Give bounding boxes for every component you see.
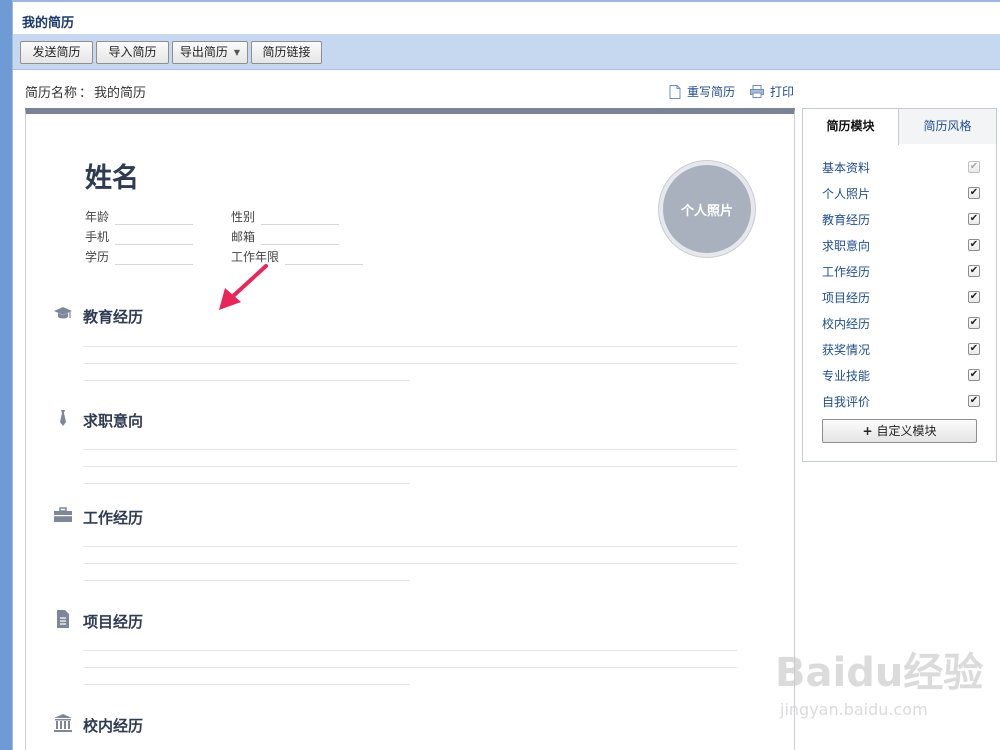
resume-paper: 姓名 年龄 性别 手机 邮箱 学历 工作年限 个人照片 教育经历 求职意向 工作… <box>25 108 795 750</box>
window-title: 我的简历 <box>22 16 75 31</box>
field-gender[interactable]: 性别 <box>231 208 340 225</box>
resume-name-value: 我的简历 <box>94 86 147 101</box>
field-work-years[interactable]: 工作年限 <box>231 248 364 265</box>
watermark: Baidu经验 jingyan.baidu.com <box>775 640 995 730</box>
section-title-work-experience[interactable]: 工作经历 <box>83 507 143 528</box>
module-photo[interactable]: 个人照片 ✔ <box>822 184 980 202</box>
profile-photo[interactable]: 个人照片 <box>659 161 755 257</box>
watermark-url: jingyan.baidu.com <box>780 700 928 719</box>
checkbox[interactable]: ✔ <box>968 213 980 225</box>
module-panel: 简历模块 简历风格 基本资料 ✔ 个人照片 ✔ 教育经历 ✔ 求职意向 ✔ 工作经历 ✔ … <box>802 108 997 462</box>
section-title-education[interactable]: 教育经历 <box>83 306 143 327</box>
import-resume-button[interactable]: 导入简历 <box>96 41 169 64</box>
checkbox[interactable]: ✔ <box>968 395 980 407</box>
module-education[interactable]: 教育经历 ✔ <box>822 210 980 228</box>
checkbox[interactable]: ✔ <box>968 187 980 199</box>
checkbox[interactable]: ✔ <box>968 291 980 303</box>
section-title-project-experience[interactable]: 项目经历 <box>83 611 143 632</box>
panel-tabs: 简历模块 简历风格 <box>803 109 996 145</box>
section-title-campus-experience[interactable]: 校内经历 <box>83 715 143 736</box>
left-window-strip <box>0 0 12 750</box>
printer-icon <box>750 85 764 98</box>
red-arrow-annotation <box>219 264 268 310</box>
module-project-experience[interactable]: 项目经历 ✔ <box>822 288 980 306</box>
module-job-intention[interactable]: 求职意向 ✔ <box>822 236 980 254</box>
title-bar: 我的简历 <box>13 0 1000 34</box>
field-age[interactable]: 年龄 <box>85 208 194 225</box>
checkbox[interactable]: ✔ <box>968 161 980 173</box>
resume-name-label: 简历名称 <box>25 86 78 101</box>
module-work-experience[interactable]: 工作经历 ✔ <box>822 262 980 280</box>
graduation-cap-icon <box>54 307 72 319</box>
send-resume-button[interactable]: 发送简历 <box>20 41 93 64</box>
resume-name-row: 简历名称：我的简历 <box>25 82 146 101</box>
print-link[interactable]: 打印 <box>750 83 794 100</box>
module-self-evaluation[interactable]: 自我评价 ✔ <box>822 392 980 410</box>
rewrite-resume-link[interactable]: 重写简历 <box>669 83 735 100</box>
resume-name-separator: ： <box>79 86 93 101</box>
checkbox[interactable]: ✔ <box>968 265 980 277</box>
profile-name[interactable]: 姓名 <box>85 156 139 195</box>
toolbar: 发送简历 导入简历 导出简历 ▼ 简历链接 <box>13 34 1000 70</box>
watermark-brand: Baidu经验 <box>775 650 984 696</box>
plus-icon: + <box>862 424 873 438</box>
checkbox[interactable]: ✔ <box>968 239 980 251</box>
section-title-job-intention[interactable]: 求职意向 <box>83 410 143 431</box>
institution-icon <box>54 714 72 732</box>
app-window: 我的简历 发送简历 导入简历 导出简历 ▼ 简历链接 简历名称：我的简历 重写简历… <box>12 0 1000 750</box>
field-phone[interactable]: 手机 <box>85 228 194 245</box>
tab-resume-modules[interactable]: 简历模块 <box>803 109 899 145</box>
module-campus-experience[interactable]: 校内经历 ✔ <box>822 314 980 332</box>
module-skills[interactable]: 专业技能 ✔ <box>822 366 980 384</box>
checkbox[interactable]: ✔ <box>968 369 980 381</box>
checkbox[interactable]: ✔ <box>968 343 980 355</box>
module-awards[interactable]: 获奖情况 ✔ <box>822 340 980 358</box>
chevron-down-icon: ▼ <box>233 48 241 57</box>
checkbox[interactable]: ✔ <box>968 317 980 329</box>
add-custom-module-button[interactable]: + 自定义模块 <box>822 419 977 443</box>
document-icon <box>669 84 681 99</box>
tab-resume-style[interactable]: 简历风格 <box>899 109 996 144</box>
field-education[interactable]: 学历 <box>85 248 194 265</box>
resume-link-button[interactable]: 简历链接 <box>251 41 322 64</box>
field-email[interactable]: 邮箱 <box>231 228 340 245</box>
necktie-icon <box>60 410 66 426</box>
export-resume-dropdown[interactable]: 导出简历 ▼ <box>172 41 248 64</box>
briefcase-icon <box>54 507 72 522</box>
module-basic-info[interactable]: 基本资料 ✔ <box>822 158 980 176</box>
document-icon <box>57 610 69 628</box>
